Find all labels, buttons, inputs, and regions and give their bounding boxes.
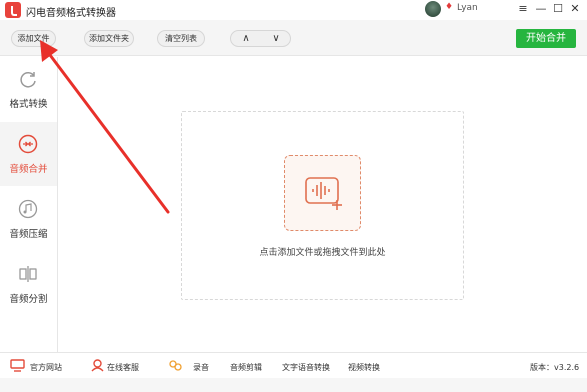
window-bottom-edge	[0, 378, 587, 392]
online-support-link[interactable]: 在线客服	[107, 362, 139, 373]
version-label: 版本：v3.2.6	[530, 363, 580, 372]
text-to-speech-link[interactable]: 文字语音转换	[282, 362, 330, 373]
customer-service-icon	[91, 359, 104, 372]
tools-icon	[169, 360, 182, 371]
website-monitor-icon	[10, 359, 25, 372]
audio-edit-link[interactable]: 音频剪辑	[230, 362, 262, 373]
video-convert-link[interactable]: 视频转换	[348, 362, 380, 373]
record-link[interactable]: 录音	[193, 362, 209, 373]
official-website-link[interactable]: 官方网站	[30, 362, 62, 373]
footer-bar: 官方网站 在线客服 录音 音频剪辑 文字语音转换 视频转换 版本：v3.2.6	[0, 352, 587, 378]
annotation-arrow-icon	[40, 40, 170, 214]
